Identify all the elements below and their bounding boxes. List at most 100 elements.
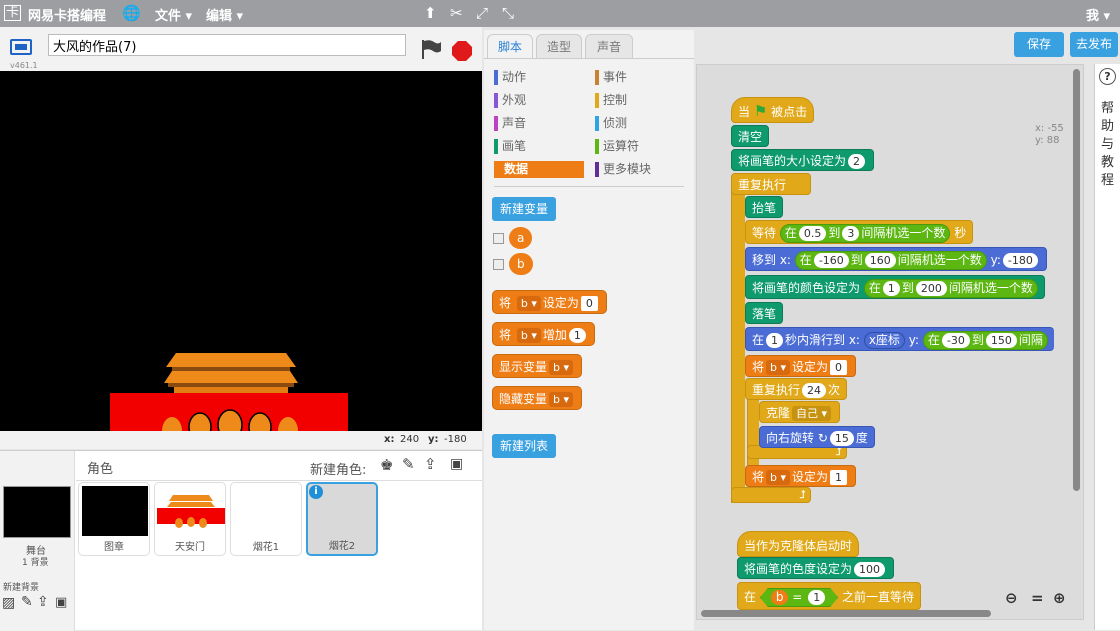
glide-block[interactable]: 在 1 秒内滑行到 x: x座标 y: 在 -30 到 150 间隔 [745,327,1054,351]
stage-thumbnail[interactable] [3,486,71,538]
sprite-name: 烟花2 [328,541,356,552]
category-sensing[interactable]: 侦测 [595,115,627,132]
sprite-thumb-firework2-selected[interactable]: i 烟花2 [306,482,378,556]
category-pen[interactable]: 画笔 [494,138,526,155]
backdrop-paint-icon[interactable]: ✎ [21,594,33,610]
help-question-icon[interactable]: ? [1099,68,1116,85]
cut-tool-icon[interactable]: ✂ [450,4,463,22]
help-tips-label: 帮助与教程 [1101,101,1115,188]
var-a-reporter[interactable]: a [509,227,533,249]
user-menu[interactable]: 我 ▾ [1086,5,1110,24]
camera-icon[interactable]: ▣ [450,456,463,472]
pen-up-block[interactable]: 抬笔 [745,196,784,218]
zoom-reset-icon[interactable]: = [1031,589,1044,607]
set-variable-block[interactable]: 将 b ▾ 设定为 0 [492,290,607,314]
category-events[interactable]: 事件 [595,69,627,86]
rotate-cw-icon: ↻ [817,431,828,445]
sprite-header-bar [76,451,482,481]
wait-until-block[interactable]: 在 b = 1 之前一直等待 [737,582,922,610]
new-variable-button[interactable]: 新建变量 [492,197,556,221]
zoom-out-icon[interactable]: ⊖ [1005,589,1018,607]
mouse-y-readout: y: 88 [1035,135,1060,146]
create-clone-block[interactable]: 克隆 自己 ▾ [759,401,841,423]
save-button[interactable]: 保存 [1014,32,1064,57]
category-more-blocks[interactable]: 更多模块 [595,161,651,178]
category-motion[interactable]: 动作 [494,69,526,86]
x-label: x: [384,434,395,445]
y-label: y: [428,434,439,445]
zoom-in-icon[interactable]: ⊕ [1053,589,1066,607]
backdrop-camera-icon[interactable]: ▣ [55,595,67,610]
vertical-scrollbar[interactable] [1073,69,1080,491]
repeat-block[interactable]: 重复执行 24 次 [745,378,848,400]
presentation-mode-icon[interactable] [10,39,32,55]
green-flag-icon[interactable] [420,38,442,60]
set-pen-color-block[interactable]: 将画笔的颜色设定为 在 1 到 200 间隔机选一个数 [745,275,1045,299]
new-sprite-label: 新建角色: [310,463,367,478]
share-button[interactable]: 去发布 [1070,32,1118,57]
clear-block[interactable]: 清空 [731,125,770,147]
tab-costumes[interactable]: 造型 [536,34,582,59]
horizontal-scrollbar[interactable] [701,610,991,617]
turn-right-block[interactable]: 向右旋转 ↻ 15 度 [759,426,875,448]
info-icon[interactable]: i [309,485,323,499]
set-b-block[interactable]: 将b ▾ 设定为 0 [745,355,857,377]
upload-icon[interactable]: ⇪ [424,455,437,473]
sprite-library-icon[interactable]: ♚ [380,456,393,474]
new-backdrop-label: 新建背景 [3,583,40,593]
sprite-name: 烟花1 [252,542,280,553]
set-pen-size-block[interactable]: 将画笔的大小设定为 2 [731,149,875,171]
tab-divider [484,58,694,59]
when-flag-clicked-hat[interactable]: 当 ⚑ 被点击 [731,97,815,123]
top-menu-bar: 卡 网易卡搭编程 🌐 文件 ▾ 编辑 ▾ ⬆ ✂ ⤢ ⤡ 我 ▾ [0,0,1120,27]
help-sidebar[interactable]: ? 帮助与教程 [1094,64,1120,630]
var-a-checkbox[interactable] [493,233,504,244]
stop-icon[interactable] [451,40,473,62]
script-area[interactable]: x: -55 y: 88 ⮥ ⮥ 当 ⚑ 被点击 清空 将画笔的大小设定为 2 重… [696,64,1084,620]
logo-text[interactable]: 网易卡搭编程 [28,5,106,24]
y-value: -180 [444,434,467,445]
forever-bottom: ⮥ [731,487,811,503]
category-looks[interactable]: 外观 [494,92,526,109]
var-b-reporter[interactable]: b [509,253,533,275]
new-list-button[interactable]: 新建列表 [492,434,556,458]
tab-sounds[interactable]: 声音 [585,34,633,59]
pen-down-block[interactable]: 落笔 [745,302,784,324]
project-title-input[interactable] [48,34,406,56]
sprite-thumb-stamp[interactable]: 图章 [78,482,150,556]
category-data-selected[interactable]: 数据 [494,161,584,178]
stage-canvas[interactable] [0,71,482,431]
var-b-checkbox[interactable] [493,259,504,270]
sprite-name: 图章 [104,542,124,553]
sprite-thumb-firework1[interactable]: 烟花1 [230,482,302,556]
shrink-tool-icon[interactable]: ⤡ [502,4,514,22]
backdrop-library-icon[interactable]: ▨ [2,595,15,611]
mouse-coordinates: x: 240 y: -180 [0,431,482,449]
set-b-1-block[interactable]: 将b ▾ 设定为 1 [745,465,857,487]
x-value: 240 [400,434,420,445]
mouse-x-readout: x: -55 [1035,123,1064,134]
duplicate-tool-icon[interactable]: ⬆ [424,4,437,22]
go-to-xy-block[interactable]: 移到 x: 在 -160 到 160 间隔机选一个数 y: -180 [745,247,1047,271]
sprite-name: 天安门 [175,542,205,553]
tab-scripts[interactable]: 脚本 [487,34,533,59]
forever-block[interactable]: 重复执行 [731,173,811,195]
when-start-as-clone-hat[interactable]: 当作为克隆体启动时 [737,531,860,557]
change-variable-block[interactable]: 将 b ▾ 增加 1 [492,322,595,346]
sprite-thumb-tiananmen[interactable]: 天安门 [154,482,226,556]
category-divider [494,186,684,187]
logo-icon: 卡 [4,5,22,21]
category-sound[interactable]: 声音 [494,115,526,132]
wait-block[interactable]: 等待 在 0.5 到 3 间隔机选一个数 秒 [745,220,974,244]
globe-icon[interactable]: 🌐 [122,4,141,22]
category-operators[interactable]: 运算符 [595,138,639,155]
hide-variable-block[interactable]: 隐藏变量 b ▾ [492,386,583,410]
backdrop-upload-icon[interactable]: ⇪ [37,594,49,610]
show-variable-block[interactable]: 显示变量 b ▾ [492,354,583,378]
paint-brush-icon[interactable]: ✎ [402,455,415,473]
menu-edit[interactable]: 编辑 ▾ [206,5,243,24]
category-control[interactable]: 控制 [595,92,627,109]
menu-file[interactable]: 文件 ▾ [155,5,192,24]
grow-tool-icon[interactable]: ⤢ [476,4,488,22]
set-pen-shade-block[interactable]: 将画笔的色度设定为 100 [737,557,895,579]
